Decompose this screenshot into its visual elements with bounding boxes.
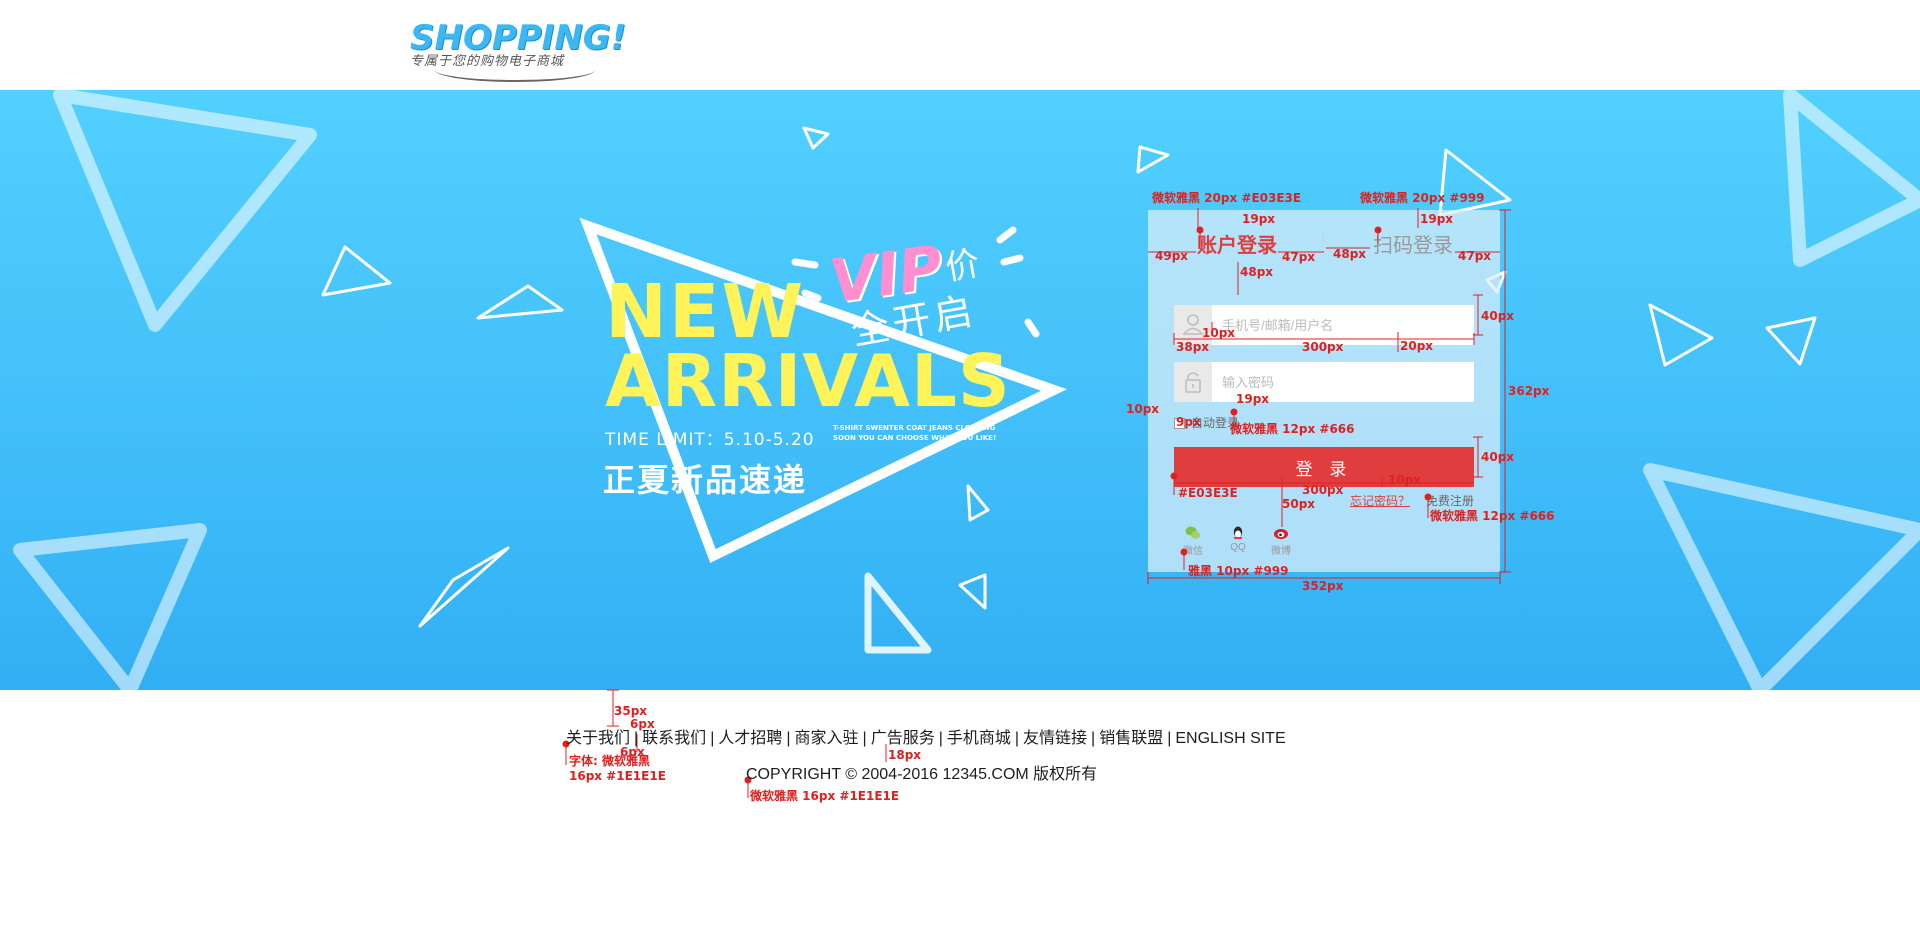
annotation-label: 字体: 微软雅黑 xyxy=(569,754,650,768)
footer-copyright: COPYRIGHT © 2004-2016 12345.COM 版权所有 xyxy=(746,766,1098,783)
logo-swoosh xyxy=(435,68,595,82)
wechat-login[interactable]: 微信 xyxy=(1178,525,1208,557)
weibo-label: 微博 xyxy=(1271,546,1291,557)
promo-arrivals: ARRIVALS xyxy=(605,339,1011,423)
promo-chinese-slogan: 正夏新品速递 xyxy=(603,461,808,499)
tab-divider xyxy=(1323,230,1324,254)
lock-icon xyxy=(1174,362,1212,402)
promo-small-line1: T-SHIRT SWENTER COAT JEANS CLOTHING xyxy=(833,424,996,432)
register-link[interactable]: 免费注册 xyxy=(1426,492,1474,509)
qq-icon xyxy=(1230,525,1246,541)
qq-label: QQ xyxy=(1230,542,1246,553)
footer-separator: | xyxy=(1167,730,1172,747)
site-logo[interactable]: SHOPPING! 专属于您的购物电子商城 xyxy=(410,18,626,82)
username-input[interactable] xyxy=(1222,305,1464,345)
footer-separator: | xyxy=(710,730,715,747)
footer-link-english[interactable]: ENGLISH SITE xyxy=(1175,730,1285,747)
footer-link-merchants[interactable]: 商家入驻 xyxy=(795,730,859,747)
wechat-icon xyxy=(1185,525,1201,541)
footer-separator: | xyxy=(938,730,943,747)
promo-block[interactable]: VIP 价 全开启 NEW ARRIVALS TIME LIMIT：5.10-5… xyxy=(600,90,1080,690)
weibo-login[interactable]: 微博 xyxy=(1266,525,1296,557)
footer-link-advertising[interactable]: 广告服务 xyxy=(871,730,935,747)
footer-separator: | xyxy=(634,730,639,747)
forgot-password-link[interactable]: 忘记密码？ xyxy=(1350,492,1410,509)
banner: VIP 价 全开启 NEW ARRIVALS TIME LIMIT：5.10-5… xyxy=(0,90,1920,690)
footer-links: 关于我们 | 联系我们 | 人才招聘 | 商家入驻 | 广告服务 | 手机商城 | 友情链接 | 销售联盟 |… xyxy=(566,724,1286,748)
tab-account-login[interactable]: 账户登录 xyxy=(1197,229,1277,258)
user-icon xyxy=(1174,305,1212,345)
auto-login-checkbox[interactable] xyxy=(1174,418,1185,430)
annotation-label: 微软雅黑 16px #1E1E1E xyxy=(750,789,900,803)
password-input[interactable] xyxy=(1222,362,1464,402)
username-field xyxy=(1174,305,1474,345)
password-field xyxy=(1174,362,1474,402)
promo-new: NEW xyxy=(605,269,806,355)
footer-separator: | xyxy=(1091,730,1096,747)
footer-separator: | xyxy=(1014,730,1020,747)
footer-link-about[interactable]: 关于我们 xyxy=(566,730,630,747)
annotation-label: 35px xyxy=(614,704,648,718)
login-button[interactable]: 登 录 xyxy=(1174,447,1474,487)
auto-login[interactable]: 自动登录 xyxy=(1174,414,1239,431)
footer-link-mobile[interactable]: 手机商城 xyxy=(947,730,1011,747)
promo-time-limit: TIME LIMIT：5.10-5.20 xyxy=(605,430,815,450)
qq-login[interactable]: QQ xyxy=(1223,525,1253,553)
logo-subtitle: 专属于您的购物电子商城 xyxy=(410,54,565,69)
promo-small-caption: T-SHIRT SWENTER COAT JEANS CLOTHING SOON… xyxy=(833,423,1033,443)
tab-qr-login[interactable]: 扫码登录 xyxy=(1373,229,1453,258)
footer-link-friends[interactable]: 友情链接 xyxy=(1023,730,1087,747)
promo-small-line2: SOON YOU CAN CHOOSE WHAT YOU LIKE! xyxy=(833,434,997,442)
footer-separator: | xyxy=(862,730,867,747)
footer-link-contact[interactable]: 联系我们 xyxy=(642,730,706,747)
header: SHOPPING! 专属于您的购物电子商城 xyxy=(0,0,1920,90)
weibo-icon xyxy=(1273,525,1289,541)
footer-link-alliance[interactable]: 销售联盟 xyxy=(1099,730,1163,747)
login-panel: 账户登录 扫码登录 自动登录 xyxy=(1148,210,1500,572)
wechat-label: 微信 xyxy=(1183,546,1203,557)
annotation-label: 16px #1E1E1E xyxy=(569,769,666,783)
auto-login-label: 自动登录 xyxy=(1191,416,1240,430)
footer-separator: | xyxy=(786,730,791,747)
footer-link-careers[interactable]: 人才招聘 xyxy=(718,730,782,747)
